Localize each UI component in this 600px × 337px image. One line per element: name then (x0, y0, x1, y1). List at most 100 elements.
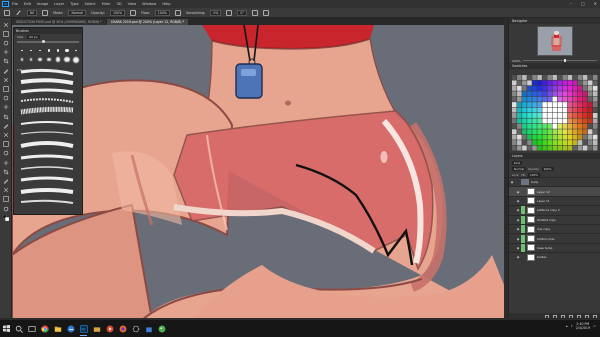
swatch[interactable] (527, 80, 532, 86)
dodge-icon[interactable] (2, 141, 10, 148)
navigator-zoom-value[interactable]: 200% (512, 59, 521, 63)
swatch[interactable] (592, 91, 598, 97)
close-button[interactable]: ✕ (594, 1, 597, 6)
swatch[interactable] (512, 134, 517, 140)
swatch[interactable] (512, 107, 517, 113)
swatch[interactable] (567, 80, 573, 86)
menu-image[interactable]: Image (37, 2, 48, 6)
smoothing-field[interactable]: 0% (210, 9, 222, 16)
history-brush-icon[interactable] (2, 104, 10, 111)
swatch[interactable] (517, 85, 522, 91)
swatch[interactable] (592, 80, 598, 86)
swatch[interactable] (572, 145, 578, 151)
swatch[interactable] (542, 134, 547, 140)
crop-icon[interactable] (2, 58, 10, 65)
swatch[interactable] (537, 102, 542, 108)
swatch[interactable] (567, 102, 573, 108)
marquee-icon[interactable] (2, 30, 10, 37)
swatch[interactable] (547, 145, 552, 151)
brush-preset[interactable]: 9 (45, 47, 53, 55)
more-icon[interactable] (2, 205, 10, 212)
layer-name[interactable]: Layer 12 (537, 190, 550, 194)
edge-icon[interactable] (64, 320, 77, 337)
swatch[interactable] (582, 75, 588, 80)
swatch[interactable] (512, 75, 517, 80)
brush-size-picker[interactable]: 60 (27, 9, 38, 16)
swatch[interactable] (527, 96, 532, 102)
swatch[interactable] (577, 102, 583, 108)
swatch[interactable] (542, 113, 547, 118)
layer-fill-field[interactable]: 100% (528, 172, 541, 177)
brush-angle-field[interactable]: 0° (237, 9, 248, 16)
menu-edit[interactable]: Edit (24, 2, 31, 6)
swatch[interactable] (557, 140, 563, 146)
swatch[interactable] (587, 107, 593, 113)
swatch[interactable] (582, 145, 588, 151)
swatch[interactable] (587, 91, 593, 97)
swatch[interactable] (552, 129, 558, 135)
swatch[interactable] (562, 123, 568, 129)
swatch[interactable] (572, 75, 578, 80)
swatch[interactable] (532, 91, 537, 97)
swatch[interactable] (557, 129, 563, 135)
artwork[interactable] (12, 25, 504, 320)
swatch[interactable] (542, 145, 547, 151)
swatch[interactable] (542, 80, 547, 86)
layer-name[interactable]: base temp (537, 246, 552, 250)
brush-stroke-7[interactable] (20, 131, 74, 135)
swatch[interactable] (577, 140, 583, 146)
swatch[interactable] (562, 85, 568, 91)
menu-select[interactable]: Select (85, 2, 96, 6)
swatch[interactable] (572, 129, 578, 135)
brush-stroke-10[interactable] (20, 166, 74, 170)
brush-stroke-list[interactable] (19, 68, 75, 208)
swatch[interactable] (522, 118, 527, 124)
brush-stroke-12[interactable] (20, 188, 74, 194)
menu-layer[interactable]: Layer (54, 2, 64, 6)
swatch[interactable] (552, 80, 558, 86)
swatch[interactable] (557, 145, 563, 151)
swatch[interactable] (557, 134, 563, 140)
photoshop-icon[interactable]: Ps (77, 320, 90, 337)
menu-filter[interactable]: Filter (102, 2, 111, 6)
swatch[interactable] (567, 140, 573, 146)
swatch[interactable] (562, 140, 568, 146)
swatch[interactable] (547, 91, 552, 97)
swatch[interactable] (517, 113, 522, 118)
swatch[interactable] (517, 96, 522, 102)
menu-view[interactable]: View (128, 2, 137, 6)
brush-size-slider-knob[interactable] (41, 40, 45, 43)
swatch[interactable] (532, 75, 537, 80)
brush-stroke-4[interactable] (20, 98, 74, 103)
brush-stroke-3[interactable] (20, 88, 74, 94)
swatch[interactable] (552, 134, 558, 140)
swatch[interactable] (522, 85, 527, 91)
swatch[interactable] (592, 113, 598, 118)
swatch[interactable] (527, 102, 532, 108)
swatch[interactable] (577, 75, 583, 80)
layer-row[interactable]: ◉ bodies (509, 252, 600, 261)
swatch[interactable] (567, 91, 573, 97)
swatch[interactable] (527, 129, 532, 135)
swatch[interactable] (582, 96, 588, 102)
swatch[interactable] (522, 123, 527, 129)
swatch[interactable] (557, 91, 563, 97)
swatch[interactable] (547, 134, 552, 140)
layer-name[interactable]: line copy (537, 227, 550, 231)
swatch[interactable] (557, 107, 563, 113)
swatch[interactable] (547, 107, 552, 113)
layer-row[interactable]: ◉ bottom mex (509, 233, 600, 243)
swatch[interactable] (512, 96, 517, 102)
layer-name[interactable]: bodies (537, 255, 547, 259)
swatch[interactable] (537, 123, 542, 129)
media-icon[interactable] (103, 320, 116, 337)
swatch[interactable] (567, 123, 573, 129)
swatch[interactable] (587, 113, 593, 118)
swatch[interactable] (552, 96, 558, 102)
swatch[interactable] (567, 145, 573, 151)
brush-preset[interactable]: 35 (63, 56, 71, 64)
swatch[interactable] (582, 140, 588, 146)
brush-stroke-8[interactable] (20, 141, 74, 148)
swatch[interactable] (582, 118, 588, 124)
swatch[interactable] (557, 75, 563, 80)
